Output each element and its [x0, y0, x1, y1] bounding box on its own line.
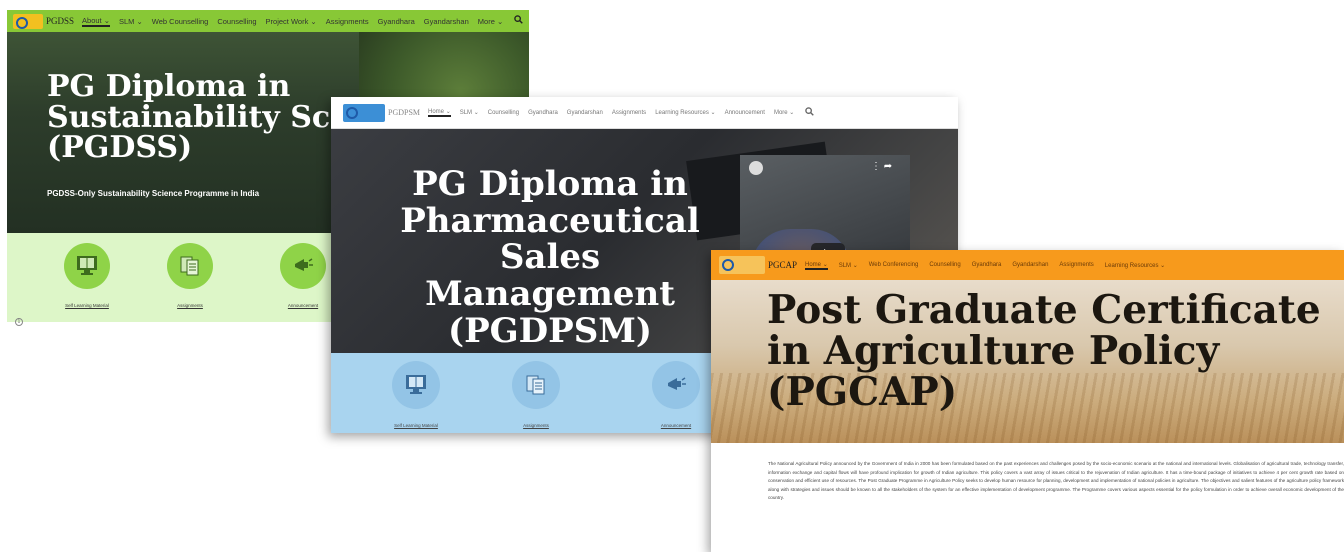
pgdss-logo[interactable]: PGDSS [13, 13, 75, 29]
nav-counselling[interactable]: Counselling [929, 262, 960, 268]
pgcap-screenshot: PGCAP Home ⌄ SLM ⌄ Web Conferencing Coun… [711, 250, 1344, 552]
nav-web-conferencing[interactable]: Web Conferencing [869, 262, 919, 268]
card-label[interactable]: Self Learning Material [371, 423, 461, 428]
nav-web-counselling[interactable]: Web Counselling [152, 17, 209, 26]
nav-about[interactable]: About ⌄ [82, 16, 110, 27]
card-announcement[interactable]: Announcement [631, 361, 721, 428]
nav-gyandhara[interactable]: Gyandhara [528, 110, 558, 116]
card-label[interactable]: Assignments [150, 303, 230, 308]
nav-gyandhara[interactable]: Gyandhara [972, 262, 1002, 268]
card-assignments[interactable]: Assignments [150, 243, 230, 308]
nav-more[interactable]: More ⌄ [478, 17, 503, 26]
card-label[interactable]: Announcement [631, 423, 721, 428]
nav-learning-resources[interactable]: Learning Resources ⌄ [1105, 262, 1165, 269]
megaphone-icon [280, 243, 326, 289]
nav-gyandarshan[interactable]: Gyandarshan [1012, 262, 1048, 268]
nav-slm[interactable]: SLM ⌄ [119, 17, 143, 26]
pgcap-navbar: PGCAP Home ⌄ SLM ⌄ Web Conferencing Coun… [711, 250, 1344, 280]
pgdss-subtitle: PGDSS-Only Sustainability Science Progra… [47, 189, 260, 198]
card-label[interactable]: Assignments [491, 423, 581, 428]
pgcap-logo[interactable]: PGCAP [719, 256, 797, 274]
card-assignments[interactable]: Assignments [491, 361, 581, 428]
card-self-learning-material[interactable]: Self Learning Material [47, 243, 127, 308]
documents-icon [167, 243, 213, 289]
nav-assignments[interactable]: Assignments [326, 17, 369, 26]
nav-home[interactable]: Home ⌄ [805, 261, 828, 270]
card-self-learning-material[interactable]: Self Learning Material [371, 361, 461, 428]
nav-home[interactable]: Home ⌄ [428, 108, 451, 117]
share-icon[interactable]: ⋮ ➦ [871, 161, 892, 172]
ignou-logo-icon [343, 103, 385, 122]
search-icon[interactable] [805, 106, 815, 119]
computer-book-icon [392, 361, 440, 409]
pgdss-logo-text: PGDSS [46, 16, 75, 26]
pgcap-hero: Post Graduate Certificate in Agriculture… [711, 280, 1344, 443]
pgcap-description: The National Agricultural Policy announc… [768, 461, 1344, 501]
card-label[interactable]: Self Learning Material [47, 303, 127, 308]
nav-assignments[interactable]: Assignments [612, 110, 646, 116]
nav-assignments[interactable]: Assignments [1059, 262, 1093, 268]
ignou-logo-icon [719, 256, 765, 274]
nav-gyandarshan[interactable]: Gyandarshan [567, 110, 603, 116]
nav-learning-resources[interactable]: Learning Resources ⌄ [655, 109, 715, 116]
documents-icon [512, 361, 560, 409]
megaphone-icon [652, 361, 700, 409]
nav-gyandarshan[interactable]: Gyandarshan [424, 17, 469, 26]
pgcap-logo-text: PGCAP [768, 260, 798, 270]
pgdpsm-logo[interactable]: PGDPSM [343, 103, 421, 122]
computer-book-icon [64, 243, 110, 289]
nav-counselling[interactable]: Counselling [488, 110, 519, 116]
pgcap-title: Post Graduate Certificate in Agriculture… [767, 287, 1321, 415]
nav-slm[interactable]: SLM ⌄ [460, 109, 479, 116]
channel-logo-icon [749, 161, 763, 175]
pgdss-navbar: PGDSS About ⌄ SLM ⌄ Web Counselling Coun… [7, 10, 529, 32]
nav-slm[interactable]: SLM ⌄ [839, 262, 858, 269]
info-icon[interactable]: i [15, 318, 23, 326]
pgdpsm-title: PG Diploma in Pharmaceutical Sales Manag… [400, 164, 700, 351]
ignou-logo-icon [13, 13, 43, 29]
search-icon[interactable] [514, 15, 524, 27]
nav-counselling[interactable]: Counselling [217, 17, 256, 26]
pgdpsm-logo-text: PGDPSM [388, 108, 421, 117]
nav-gyandhara[interactable]: Gyandhara [378, 17, 415, 26]
pgdpsm-navbar: PGDPSM Home ⌄ SLM ⌄ Counselling Gyandhar… [331, 97, 958, 129]
nav-project-work[interactable]: Project Work ⌄ [266, 17, 317, 26]
nav-more[interactable]: More ⌄ [774, 109, 794, 116]
nav-announcement[interactable]: Announcement [725, 110, 765, 116]
